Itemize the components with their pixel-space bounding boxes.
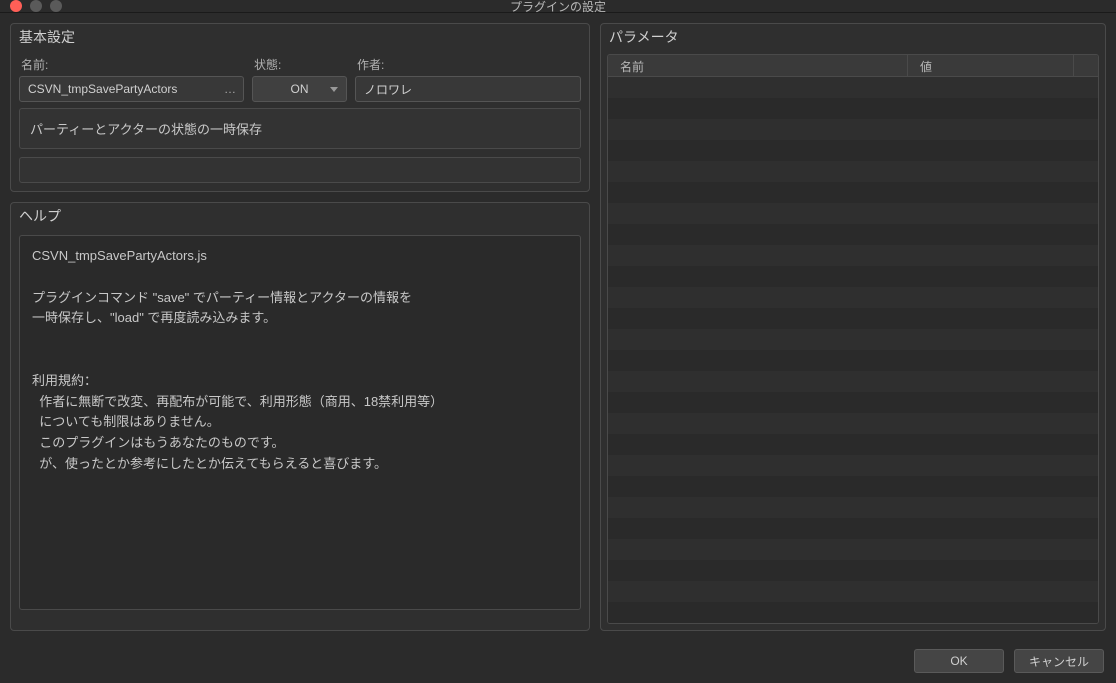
table-body[interactable] (608, 77, 1098, 623)
table-row[interactable] (608, 371, 1098, 392)
author-input[interactable]: ノロワレ (355, 76, 581, 102)
left-column: 基本設定 名前: CSVN_tmpSavePartyActors … 状態: (10, 23, 590, 631)
window-controls (10, 0, 62, 12)
cancel-button[interactable]: キャンセル (1014, 649, 1104, 673)
name-label: 名前: (19, 56, 244, 73)
parameters-title: パラメータ (601, 24, 1105, 50)
help-text: CSVN_tmpSavePartyActors.js プラグインコマンド "sa… (19, 235, 581, 610)
table-row[interactable] (608, 161, 1098, 182)
column-header-value[interactable]: 値 (908, 55, 1074, 76)
status-label: 状態: (252, 56, 347, 73)
table-row[interactable] (608, 476, 1098, 497)
table-row[interactable] (608, 455, 1098, 476)
help-panel: ヘルプ CSVN_tmpSavePartyActors.js プラグインコマンド… (10, 202, 590, 631)
parameters-body: 名前 値 (601, 50, 1105, 630)
author-label: 作者: (355, 56, 581, 73)
footer: OK キャンセル (0, 641, 1116, 683)
table-row[interactable] (608, 287, 1098, 308)
table-row[interactable] (608, 266, 1098, 287)
table-row[interactable] (608, 350, 1098, 371)
table-row[interactable] (608, 182, 1098, 203)
parameters-panel: パラメータ 名前 値 (600, 23, 1106, 631)
description-box: パーティーとアクターの状態の一時保存 (19, 108, 581, 149)
column-header-spacer (1074, 55, 1098, 76)
parameters-table: 名前 値 (607, 54, 1099, 624)
table-row[interactable] (608, 329, 1098, 350)
ok-button[interactable]: OK (914, 649, 1004, 673)
minimize-icon[interactable] (30, 0, 42, 12)
table-row[interactable] (608, 560, 1098, 581)
table-row[interactable] (608, 119, 1098, 140)
help-title: ヘルプ (11, 203, 589, 229)
table-row[interactable] (608, 308, 1098, 329)
table-row[interactable] (608, 539, 1098, 560)
right-column: パラメータ 名前 値 (600, 23, 1106, 631)
table-row[interactable] (608, 245, 1098, 266)
maximize-icon[interactable] (50, 0, 62, 12)
chevron-down-icon (330, 87, 338, 92)
author-value: ノロワレ (364, 81, 412, 98)
plugin-settings-window: プラグインの設定 基本設定 名前: CSVN_tmpSavePartyActor… (0, 0, 1116, 683)
ellipsis-icon[interactable]: … (224, 82, 237, 96)
close-icon[interactable] (10, 0, 22, 12)
window-title: プラグインの設定 (510, 0, 606, 15)
table-row[interactable] (608, 413, 1098, 434)
status-field: 状態: ON (252, 56, 347, 102)
content-area: 基本設定 名前: CSVN_tmpSavePartyActors … 状態: (0, 13, 1116, 641)
name-input[interactable]: CSVN_tmpSavePartyActors … (19, 76, 244, 102)
name-field: 名前: CSVN_tmpSavePartyActors … (19, 56, 244, 102)
table-row[interactable] (608, 140, 1098, 161)
table-row[interactable] (608, 77, 1098, 98)
basic-settings-panel: 基本設定 名前: CSVN_tmpSavePartyActors … 状態: (10, 23, 590, 192)
table-header: 名前 値 (608, 55, 1098, 77)
basic-settings-body: 名前: CSVN_tmpSavePartyActors … 状態: ON (11, 50, 589, 191)
field-row: 名前: CSVN_tmpSavePartyActors … 状態: ON (19, 56, 581, 102)
table-row[interactable] (608, 224, 1098, 245)
status-select[interactable]: ON (252, 76, 347, 102)
status-value: ON (291, 82, 309, 96)
extra-box[interactable] (19, 157, 581, 183)
table-row[interactable] (608, 518, 1098, 539)
table-row[interactable] (608, 203, 1098, 224)
help-body: CSVN_tmpSavePartyActors.js プラグインコマンド "sa… (11, 229, 589, 630)
name-value: CSVN_tmpSavePartyActors (28, 82, 177, 96)
column-header-name[interactable]: 名前 (608, 55, 908, 76)
table-row[interactable] (608, 602, 1098, 623)
titlebar: プラグインの設定 (0, 0, 1116, 13)
table-row[interactable] (608, 98, 1098, 119)
table-row[interactable] (608, 581, 1098, 602)
author-field: 作者: ノロワレ (355, 56, 581, 102)
table-row[interactable] (608, 434, 1098, 455)
table-row[interactable] (608, 497, 1098, 518)
table-row[interactable] (608, 392, 1098, 413)
basic-settings-title: 基本設定 (11, 24, 589, 50)
